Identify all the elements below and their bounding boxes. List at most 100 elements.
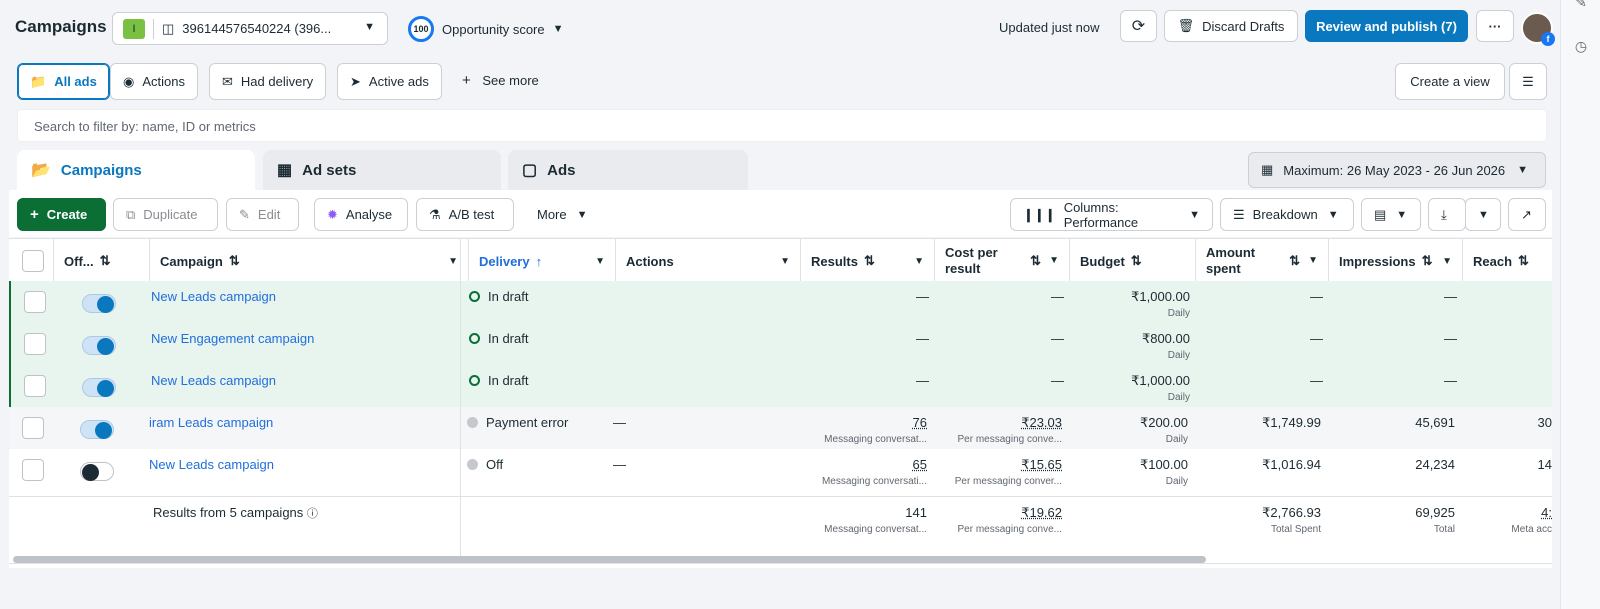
- analyse-button[interactable]: ✹ Analyse: [314, 198, 408, 231]
- opportunity-score-button[interactable]: 100 Opportunity score ▼: [408, 16, 564, 42]
- date-range-picker[interactable]: ▦ Maximum: 26 May 2023 - 26 Jun 2026 ▼: [1248, 152, 1546, 188]
- envelope-icon: ✉: [222, 73, 233, 89]
- col-label: Results: [811, 253, 858, 269]
- sort-icon: ⇅: [1421, 253, 1433, 268]
- page-title: Campaigns: [15, 17, 107, 36]
- refresh-button[interactable]: ⟳: [1120, 10, 1157, 42]
- chevron-down-icon: ▼: [364, 21, 375, 33]
- results-value[interactable]: 65: [801, 457, 927, 472]
- row-checkbox[interactable]: [24, 333, 46, 355]
- more-options-button[interactable]: ···: [1476, 10, 1514, 42]
- calendar-icon: ▦: [1261, 162, 1274, 177]
- table-row[interactable]: New Leads campaign In draft — — ₹1,000.00 Dai…: [9, 365, 1552, 407]
- summary-reach[interactable]: 4:: [1463, 505, 1552, 520]
- tab-ads[interactable]: ▢ Ads: [508, 150, 748, 190]
- summary-row: Results from 5 campaigns ⓘ 141 Messaging…: [9, 496, 1552, 564]
- breakdown-label: Breakdown: [1252, 207, 1318, 222]
- row-checkbox[interactable]: [24, 375, 46, 397]
- col-impressions[interactable]: Impressions ⇅ ▼: [1329, 239, 1463, 283]
- chip-actions[interactable]: ◉ Actions: [110, 63, 198, 100]
- horizontal-scrollbar[interactable]: [13, 556, 1206, 563]
- filter-settings-button[interactable]: ☰: [1509, 63, 1547, 100]
- summary-cpr[interactable]: ₹19.62: [935, 505, 1062, 521]
- col-actions[interactable]: Actions ▼: [616, 239, 801, 283]
- tab-ad-sets[interactable]: ▦ Ad sets: [263, 150, 501, 190]
- campaign-name-link[interactable]: New Engagement campaign: [151, 331, 314, 346]
- budget-value[interactable]: ₹800.00: [1072, 331, 1190, 347]
- ab-test-button[interactable]: ⚗ A/B test: [416, 198, 514, 231]
- actions-value: —: [613, 457, 626, 472]
- breakdown-button[interactable]: ☰ Breakdown ▼: [1220, 198, 1354, 231]
- account-selector[interactable]: I ◫ 396144576540224 (396... ▼: [112, 12, 388, 45]
- charts-button[interactable]: ↗: [1508, 198, 1546, 231]
- campaign-name-link[interactable]: New Leads campaign: [151, 373, 276, 388]
- sort-icon: ⇅: [1518, 253, 1529, 268]
- export-dropdown-button[interactable]: ▼: [1465, 198, 1501, 231]
- campaign-name-link[interactable]: New Leads campaign: [149, 457, 274, 472]
- chip-all-ads[interactable]: 📁 All ads: [17, 63, 110, 100]
- refresh-icon: ⟳: [1131, 18, 1146, 35]
- row-checkbox[interactable]: [22, 459, 44, 481]
- row-checkbox[interactable]: [22, 417, 44, 439]
- tab-campaigns[interactable]: 📂 Campaigns: [17, 150, 255, 190]
- col-off[interactable]: Off... ⇅: [54, 239, 150, 283]
- search-input[interactable]: Search to filter by: name, ID or metrics: [17, 109, 1547, 142]
- results-value[interactable]: 76: [801, 415, 927, 430]
- chevron-down-icon: ▼: [595, 255, 605, 267]
- table-row[interactable]: New Leads campaign In draft — — ₹1,000.00 Dai…: [9, 281, 1552, 323]
- results-value: —: [916, 373, 929, 388]
- discard-drafts-button[interactable]: 🗑 Discard Drafts: [1164, 10, 1298, 42]
- campaign-name-link[interactable]: New Leads campaign: [151, 289, 276, 304]
- row-checkbox[interactable]: [24, 291, 46, 313]
- cost-per-result-sub: Per messaging conve...: [957, 434, 1063, 445]
- campaign-toggle[interactable]: [82, 378, 116, 397]
- cost-per-result-value: —: [1051, 289, 1064, 304]
- duplicate-button[interactable]: ⧉ Duplicate: [113, 198, 218, 231]
- column-divider: [460, 238, 461, 564]
- export-button[interactable]: ⤓: [1428, 198, 1466, 231]
- history-icon[interactable]: ◷: [1573, 38, 1589, 54]
- summary-spent-sub: Total Spent: [1270, 524, 1321, 535]
- ad-icon: ▢: [522, 162, 538, 179]
- more-button[interactable]: More ▼: [525, 198, 597, 231]
- status-dot-icon: [469, 291, 480, 302]
- table-row[interactable]: iram Leads campaign Payment error — 76 Messa…: [9, 407, 1552, 449]
- campaign-toggle[interactable]: [82, 336, 116, 355]
- col-label: Cost per result: [945, 245, 998, 276]
- cost-per-result-value[interactable]: ₹23.03: [935, 415, 1062, 431]
- delivery-label: In draft: [488, 373, 529, 388]
- table-row[interactable]: New Engagement campaign In draft — — ₹800.00…: [9, 323, 1552, 365]
- columns-button[interactable]: ❙❙❙ Columns: Performance ▼: [1010, 198, 1213, 231]
- create-button[interactable]: + Create: [17, 198, 106, 231]
- create-view-button[interactable]: Create a view: [1395, 63, 1505, 100]
- chip-had-delivery[interactable]: ✉ Had delivery: [209, 63, 327, 100]
- chip-active-ads[interactable]: ➤ Active ads: [337, 63, 442, 100]
- table-row[interactable]: New Leads campaign Off — 65 Messaging conver…: [9, 449, 1552, 491]
- col-campaign[interactable]: Campaign ⇅ ▼: [150, 239, 469, 283]
- budget-value[interactable]: ₹100.00: [1070, 457, 1188, 473]
- info-icon[interactable]: ⓘ: [307, 508, 318, 520]
- col-reach[interactable]: Reach ⇅: [1463, 239, 1552, 283]
- col-label: Impressions: [1339, 253, 1416, 269]
- select-all-checkbox[interactable]: [22, 250, 44, 272]
- pencil-icon[interactable]: ✎: [1573, 0, 1589, 10]
- cost-per-result-value[interactable]: ₹15.65: [935, 457, 1062, 473]
- col-results[interactable]: Results ⇅ ▼: [801, 239, 935, 283]
- col-delivery[interactable]: Delivery ↑ ▼: [469, 239, 616, 283]
- col-cost-per-result[interactable]: Cost per result ⇅ ▼: [935, 239, 1070, 283]
- reports-button[interactable]: ▤ ▼: [1361, 198, 1421, 231]
- review-publish-button[interactable]: Review and publish (7): [1305, 10, 1468, 42]
- edit-button[interactable]: ✎ Edit: [226, 198, 299, 231]
- campaign-toggle[interactable]: [82, 294, 116, 313]
- see-more-button[interactable]: + See more: [462, 72, 539, 89]
- budget-value[interactable]: ₹1,000.00: [1072, 289, 1190, 305]
- col-amount-spent[interactable]: Amount spent ⇅ ▼: [1196, 239, 1329, 283]
- budget-value[interactable]: ₹200.00: [1070, 415, 1188, 431]
- campaign-toggle[interactable]: [80, 420, 114, 439]
- avatar[interactable]: f: [1521, 12, 1555, 46]
- campaign-toggle[interactable]: [80, 462, 114, 481]
- col-budget[interactable]: Budget ⇅: [1070, 239, 1196, 283]
- sort-icon: ⇅: [228, 253, 240, 268]
- campaign-name-link[interactable]: iram Leads campaign: [149, 415, 273, 430]
- budget-value[interactable]: ₹1,000.00: [1072, 373, 1190, 389]
